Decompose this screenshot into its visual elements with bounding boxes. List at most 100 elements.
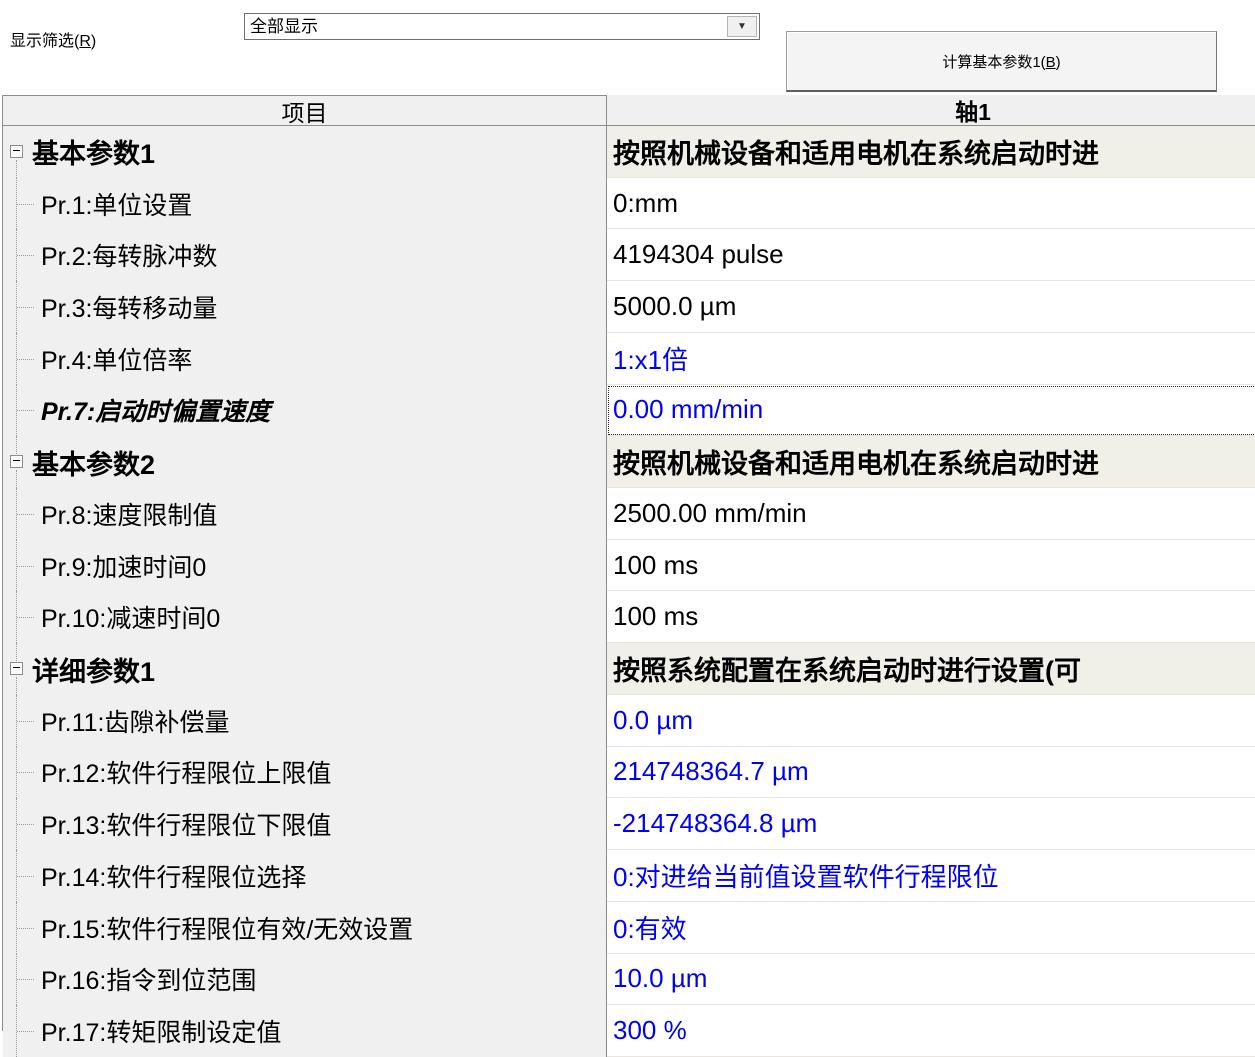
param-value-cell[interactable]: 0:mm: [607, 178, 1255, 230]
table-row: Pr.4:单位倍率 1:x1倍: [3, 333, 1255, 385]
tree-branch-line: [17, 617, 34, 618]
param-label: Pr.11:齿隙补偿量: [41, 703, 229, 739]
table-row: 基本参数1 按照机械设备和适用电机在系统启动时进: [3, 126, 1255, 178]
param-value-cell[interactable]: 100 ms: [607, 591, 1255, 643]
param-value-cell[interactable]: 100 ms: [607, 540, 1255, 592]
param-label: Pr.4:单位倍率: [41, 341, 192, 377]
tree-connector-line: [16, 160, 17, 178]
tree-collapse-icon[interactable]: [10, 145, 23, 158]
param-label: Pr.1:单位设置: [41, 186, 192, 222]
tree-collapse-icon[interactable]: [10, 455, 23, 468]
section-label: 基本参数2: [32, 443, 155, 482]
param-name-cell[interactable]: Pr.13:软件行程限位下限值: [3, 798, 607, 850]
section-label: 详细参数1: [32, 650, 155, 689]
table-header-row: 项目 轴1: [3, 95, 1255, 126]
tree-branch-line: [17, 514, 34, 515]
table-row: Pr.10:减速时间0 100 ms: [3, 591, 1255, 643]
chevron-down-icon: ▼: [737, 21, 747, 32]
param-value-cell[interactable]: 0.00 mm/min: [607, 385, 1255, 437]
table-row: Pr.15:软件行程限位有效/无效设置 0:有效: [3, 902, 1255, 954]
tree-branch-line: [17, 979, 34, 980]
param-name-cell[interactable]: Pr.1:单位设置: [3, 178, 607, 230]
tree-branch-line: [17, 928, 34, 929]
param-value-cell[interactable]: 4194304 pulse: [607, 229, 1255, 281]
param-name-cell[interactable]: Pr.3:每转移动量: [3, 281, 607, 333]
table-row: Pr.8:速度限制值2500.00 mm/min: [3, 488, 1255, 540]
param-name-cell[interactable]: Pr.12:软件行程限位上限值: [3, 747, 607, 799]
calculate-basic-params-button[interactable]: 计算基本参数1(B): [786, 31, 1217, 92]
param-label: Pr.13:软件行程限位下限值: [41, 806, 331, 842]
param-name-cell[interactable]: 基本参数2: [3, 436, 607, 488]
tree-branch-line: [17, 772, 34, 773]
table-row: Pr.16:指令到位范围10.0 µm: [3, 954, 1255, 1006]
section-description-cell[interactable]: 按照系统配置在系统启动时进行设置(可: [607, 643, 1255, 695]
param-value-cell[interactable]: 2500.00 mm/min: [607, 488, 1255, 540]
param-name-cell[interactable]: Pr.14:软件行程限位选择: [3, 850, 607, 902]
table-row: Pr.17:转矩限制设定值 300 %: [3, 1005, 1255, 1057]
tree-branch-line: [17, 410, 34, 411]
tree-branch-line: [17, 721, 34, 722]
table-row: Pr.1:单位设置 0:mm: [3, 178, 1255, 230]
tree-branch-line: [17, 255, 34, 256]
column-header-axis1: 轴1: [607, 95, 1255, 125]
table-row: 详细参数1 按照系统配置在系统启动时进行设置(可: [3, 643, 1255, 695]
param-name-cell[interactable]: Pr.16:指令到位范围: [3, 954, 607, 1006]
param-name-cell[interactable]: Pr.17:转矩限制设定值: [3, 1005, 607, 1057]
param-value-cell[interactable]: 10.0 µm: [607, 954, 1255, 1006]
param-name-cell[interactable]: Pr.4:单位倍率: [3, 333, 607, 385]
param-name-cell[interactable]: Pr.2:每转脉冲数: [3, 229, 607, 281]
param-label: Pr.3:每转移动量: [41, 289, 217, 325]
tree-connector-line: [16, 436, 17, 454]
table-row: Pr.2:每转脉冲数 4194304 pulse: [3, 229, 1255, 281]
param-value-cell[interactable]: 1:x1倍: [607, 333, 1255, 385]
param-name-cell[interactable]: Pr.10:减速时间0: [3, 591, 607, 643]
tree-branch-line: [17, 566, 34, 567]
parameter-table: 项目 轴1 基本参数1 按照机械设备和适用电机在系统启动时进 Pr.1:单位设置 0:…: [2, 95, 1255, 1031]
param-value-cell[interactable]: 5000.0 µm: [607, 281, 1255, 333]
tree-connector-line: [16, 677, 17, 695]
tree-branch-line: [17, 307, 34, 308]
tree-branch-line: [17, 876, 34, 877]
table-row: Pr.9:加速时间0 100 ms: [3, 540, 1255, 592]
param-name-cell[interactable]: Pr.9:加速时间0: [3, 540, 607, 592]
param-name-cell[interactable]: Pr.7:启动时偏置速度: [3, 385, 607, 437]
tree-branch-line: [17, 824, 34, 825]
tree-branch-line: [17, 359, 34, 360]
param-value-cell[interactable]: 214748364.7 µm: [607, 747, 1255, 799]
section-description-cell[interactable]: 按照机械设备和适用电机在系统启动时进: [607, 126, 1255, 178]
param-name-cell[interactable]: Pr.11:齿隙补偿量: [3, 695, 607, 747]
param-name-cell[interactable]: 详细参数1: [3, 643, 607, 695]
param-label: Pr.15:软件行程限位有效/无效设置: [41, 910, 413, 946]
table-row: Pr.7:启动时偏置速度 0.00 mm/min: [3, 385, 1255, 437]
param-value-cell[interactable]: -214748364.8 µm: [607, 798, 1255, 850]
tree-branch-line: [17, 204, 34, 205]
param-label: Pr.14:软件行程限位选择: [41, 858, 306, 894]
section-description-cell[interactable]: 按照机械设备和适用电机在系统启动时进: [607, 436, 1255, 488]
table-row: Pr.14:软件行程限位选择 0:对进给当前值设置软件行程限位: [3, 850, 1255, 902]
table-row: Pr.3:每转移动量 5000.0 µm: [3, 281, 1255, 333]
section-label: 基本参数1: [32, 132, 155, 171]
tree-branch-line: [17, 1031, 34, 1032]
dropdown-arrow-button[interactable]: ▼: [727, 16, 757, 37]
param-name-cell[interactable]: Pr.15:软件行程限位有效/无效设置: [3, 902, 607, 954]
param-label: Pr.17:转矩限制设定值: [41, 1013, 281, 1049]
display-filter-selected-value: 全部显示: [250, 14, 729, 39]
param-name-cell[interactable]: 基本参数1: [3, 126, 607, 178]
display-filter-dropdown[interactable]: 全部显示 ▼: [244, 13, 760, 40]
display-filter-label: 显示筛选(R): [10, 27, 96, 51]
tree-connector-line: [16, 643, 17, 661]
param-label: Pr.7:启动时偏置速度: [41, 392, 270, 428]
param-label: Pr.2:每转脉冲数: [41, 237, 217, 273]
param-label: Pr.10:减速时间0: [41, 599, 220, 635]
param-label: Pr.9:加速时间0: [41, 548, 206, 584]
table-row: Pr.12:软件行程限位上限值 214748364.7 µm: [3, 747, 1255, 799]
param-value-cell[interactable]: 0.0 µm: [607, 695, 1255, 747]
tree-collapse-icon[interactable]: [10, 662, 23, 675]
param-name-cell[interactable]: Pr.8:速度限制值: [3, 488, 607, 540]
param-value-cell[interactable]: 300 %: [607, 1005, 1255, 1057]
param-value-cell[interactable]: 0:对进给当前值设置软件行程限位: [607, 850, 1255, 902]
param-label: Pr.12:软件行程限位上限值: [41, 754, 331, 790]
tree-connector-line: [16, 470, 17, 488]
param-value-cell[interactable]: 0:有效: [607, 902, 1255, 954]
table-row: 基本参数2 按照机械设备和适用电机在系统启动时进: [3, 436, 1255, 488]
